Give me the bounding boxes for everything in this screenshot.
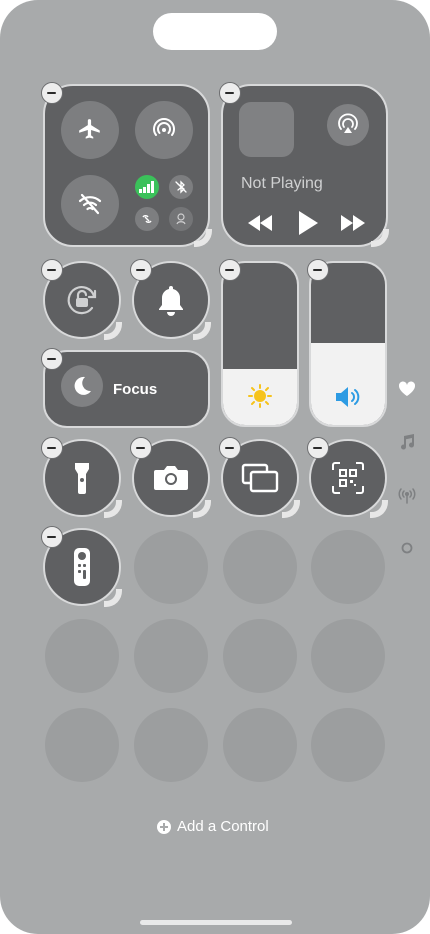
resize-handle[interactable] [282, 500, 300, 518]
remove-camera-button[interactable] [130, 437, 152, 459]
remove-flashlight-button[interactable] [41, 437, 63, 459]
remove-code-scanner-button[interactable] [307, 437, 329, 459]
resize-handle[interactable] [193, 322, 211, 340]
empty-slot[interactable] [311, 619, 385, 693]
music-note-icon [401, 434, 415, 450]
resize-handle[interactable] [104, 589, 122, 607]
remove-silent-mode-button[interactable] [130, 259, 152, 281]
camera-icon [154, 466, 188, 490]
bell-icon [159, 286, 183, 316]
wifi-button[interactable] [61, 175, 119, 233]
remove-screen-mirroring-button[interactable] [219, 437, 241, 459]
wifi-off-icon [78, 193, 102, 215]
remove-focus-button[interactable] [41, 348, 63, 370]
flashlight-icon [75, 463, 89, 494]
sun-icon [248, 384, 272, 408]
cellular-icon [139, 181, 154, 193]
remove-now-playing-button[interactable] [219, 82, 241, 104]
remove-brightness-button[interactable] [219, 259, 241, 281]
now-playing-module[interactable]: Not Playing [221, 84, 388, 247]
focus-link-button[interactable] [169, 207, 193, 231]
album-art [239, 102, 294, 157]
favorites-page-indicator[interactable] [396, 378, 418, 400]
cellular-button[interactable] [135, 175, 159, 199]
empty-slot[interactable] [223, 530, 297, 604]
volume-fill [311, 343, 385, 425]
plus-circle-icon [157, 819, 171, 834]
focus-label: Focus [113, 381, 158, 398]
hotspot-icon [142, 215, 152, 223]
antenna-icon [398, 488, 416, 504]
bluetooth-off-icon [175, 180, 187, 194]
remove-apple-tv-remote-button[interactable] [41, 526, 63, 548]
brightness-slider[interactable] [221, 261, 299, 427]
previous-track-icon[interactable] [247, 214, 273, 232]
music-page-indicator[interactable] [396, 431, 418, 453]
empty-slot[interactable] [134, 530, 208, 604]
focus-module[interactable]: Focus [43, 350, 210, 428]
empty-slot[interactable] [134, 708, 208, 782]
circle-icon [401, 542, 413, 554]
empty-slot[interactable] [45, 708, 119, 782]
resize-handle[interactable] [371, 229, 389, 247]
airdrop-button[interactable] [135, 101, 193, 159]
next-track-icon[interactable] [340, 214, 366, 232]
empty-slot[interactable] [311, 708, 385, 782]
focus-moon-button[interactable] [61, 365, 103, 407]
control-center-edit-screen: Not Playing Focus Add a Control [0, 0, 430, 934]
empty-slot[interactable] [223, 619, 297, 693]
add-control-button[interactable]: Add a Control [157, 818, 269, 835]
airplay-button[interactable] [327, 104, 369, 146]
connectivity-page-indicator[interactable] [396, 484, 418, 506]
remove-rotation-lock-button[interactable] [41, 259, 63, 281]
empty-slot[interactable] [45, 619, 119, 693]
moon-icon [74, 376, 91, 395]
empty-slot[interactable] [134, 619, 208, 693]
screen-mirroring-icon [241, 463, 279, 493]
remove-volume-button[interactable] [307, 259, 329, 281]
empty-slot[interactable] [223, 708, 297, 782]
connectivity-module[interactable] [43, 84, 210, 247]
rotation-lock-icon [67, 286, 97, 315]
resize-handle[interactable] [194, 229, 212, 247]
speaker-icon [336, 387, 360, 407]
resize-handle[interactable] [104, 500, 122, 518]
airdrop-icon [153, 118, 175, 136]
remove-connectivity-button[interactable] [41, 82, 63, 104]
bluetooth-button[interactable] [169, 175, 193, 199]
new-page-indicator[interactable] [396, 537, 418, 559]
qr-scanner-icon [332, 462, 364, 494]
heart-icon [398, 381, 416, 396]
resize-handle[interactable] [193, 500, 211, 518]
play-icon[interactable] [297, 210, 319, 236]
airplane-mode-button[interactable] [61, 101, 119, 159]
airplay-audio-icon [338, 113, 358, 133]
airplane-icon [79, 119, 100, 139]
playback-controls [243, 210, 373, 236]
home-indicator[interactable] [140, 920, 292, 925]
volume-slider[interactable] [309, 261, 387, 427]
resize-handle[interactable] [370, 500, 388, 518]
now-playing-status: Not Playing [241, 175, 323, 192]
empty-slot[interactable] [311, 530, 385, 604]
focus-link-icon [176, 213, 186, 225]
apple-tv-remote-icon [74, 548, 90, 586]
personal-hotspot-button[interactable] [135, 207, 159, 231]
resize-handle[interactable] [104, 322, 122, 340]
dynamic-island [153, 13, 277, 50]
add-control-label: Add a Control [177, 818, 269, 835]
